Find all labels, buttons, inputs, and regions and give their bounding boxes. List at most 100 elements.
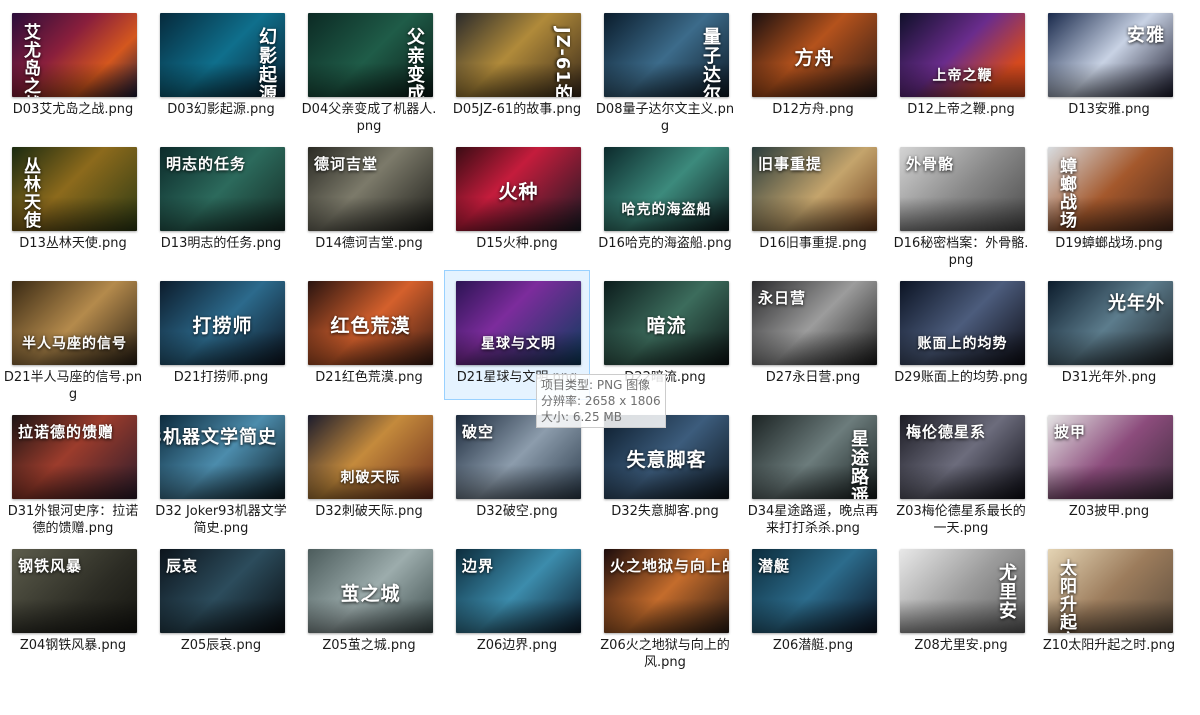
thumbnail-title-text: 方舟 [794, 47, 835, 69]
file-item[interactable]: 父亲变成了机器人 D04父亲变成了机器人.png [296, 2, 442, 134]
thumbnail-title-text: 蟑螂战场 [1056, 157, 1076, 229]
file-item[interactable]: 火之地狱与向上的风 Z06火之地狱与向上的风.png [592, 538, 738, 670]
file-thumbnail: 外骨骼 [900, 147, 1025, 231]
file-name-label: D04父亲变成了机器人.png [301, 102, 437, 134]
file-thumbnail: 火之地狱与向上的风 [604, 549, 729, 633]
file-thumbnail: Joker93机器文学简史 [160, 415, 285, 499]
file-item[interactable]: 半人马座的信号 D21半人马座的信号.png [0, 270, 146, 402]
thumbnail-title-text: 破空 [462, 423, 495, 441]
file-item[interactable]: 太阳升起之时 Z10太阳升起之时.png [1036, 538, 1182, 668]
thumbnail-title-text: 辰哀 [166, 557, 199, 575]
file-item[interactable]: 旧事重提 D16旧事重提.png [740, 136, 886, 266]
thumbnail-title-text: 幻影起源 [256, 27, 277, 97]
file-item[interactable]: 蟑螂战场 D19蟑螂战场.png [1036, 136, 1182, 266]
thumbnail-title-text: 明志的任务 [166, 155, 247, 173]
file-item[interactable]: 打捞师 D21打捞师.png [148, 270, 294, 400]
file-name-label: Z03披甲.png [1068, 504, 1150, 519]
file-item[interactable]: 披甲 Z03披甲.png [1036, 404, 1182, 534]
file-name-label: D19蟑螂战场.png [1055, 236, 1163, 251]
thumbnail-title-text: 火种 [498, 181, 539, 203]
file-name-label: D34星途路遥，晚点再来打打杀杀.png [747, 504, 879, 536]
file-item[interactable]: 边界 Z06边界.png [444, 538, 590, 668]
file-item[interactable]: 量子达尔文主义 D08量子达尔文主义.png [592, 2, 738, 134]
thumbnail-title-text: 火之地狱与向上的风 [610, 557, 729, 575]
file-thumbnail: 边界 [456, 549, 581, 633]
file-thumbnail: JZ-61的故事 [456, 13, 581, 97]
file-item[interactable]: 明志的任务 D13明志的任务.png [148, 136, 294, 266]
file-name-label: D16秘密档案：外骨骼.png [893, 236, 1029, 268]
file-name-label: Z06潜艇.png [772, 638, 854, 653]
file-name-label: D08量子达尔文主义.png [595, 102, 735, 134]
file-name-label: D15火种.png [476, 236, 558, 251]
file-thumbnail: 半人马座的信号 [12, 281, 137, 365]
file-grid: 艾尤岛之战 D03艾尤岛之战.png 幻影起源 D03幻影起源.png 父亲变成了机器人… [0, 0, 1200, 715]
file-name-label: Z05辰哀.png [180, 638, 262, 653]
file-name-label: D13安雅.png [1068, 102, 1150, 117]
file-thumbnail: 父亲变成了机器人 [308, 13, 433, 97]
file-thumbnail: 潜艇 [752, 549, 877, 633]
file-name-label: Z10太阳升起之时.png [1042, 638, 1176, 653]
file-name-label: Z04钢铁风暴.png [19, 638, 127, 653]
file-thumbnail: 方舟 [752, 13, 877, 97]
file-item[interactable]: JZ-61的故事 D05JZ-61的故事.png [444, 2, 590, 132]
file-name-label: D32刺破天际.png [315, 504, 423, 519]
file-thumbnail: 量子达尔文主义 [604, 13, 729, 97]
file-thumbnail: 红色荒漠 [308, 281, 433, 365]
file-item[interactable]: 潜艇 Z06潜艇.png [740, 538, 886, 668]
file-name-label: D13丛林天使.png [19, 236, 127, 251]
thumbnail-title-text: 尤里安 [996, 563, 1017, 620]
thumbnail-title-text: 钢铁风暴 [18, 557, 83, 575]
file-item[interactable]: 星途路遥 D34星途路遥，晚点再来打打杀杀.png [740, 404, 886, 536]
thumbnail-title-text: 上帝之鞭 [932, 68, 993, 84]
file-item[interactable]: 梅伦德星系 Z03梅伦德星系最长的一天.png [888, 404, 1034, 536]
file-item[interactable]: 哈克的海盗船 D16哈克的海盗船.png [592, 136, 738, 266]
file-item[interactable]: 艾尤岛之战 D03艾尤岛之战.png [0, 2, 146, 132]
thumbnail-title-text: 红色荒漠 [330, 315, 411, 337]
thumbnail-title-text: 丛林天使 [20, 157, 40, 229]
file-info-tooltip: 项目类型: PNG 图像 分辨率: 2658 x 1806 大小: 6.25 M… [536, 374, 666, 428]
file-item[interactable]: 刺破天际 D32刺破天际.png [296, 404, 442, 534]
file-item[interactable]: 红色荒漠 D21红色荒漠.png [296, 270, 442, 400]
file-item[interactable]: 丛林天使 D13丛林天使.png [0, 136, 146, 266]
file-thumbnail: 旧事重提 [752, 147, 877, 231]
file-item[interactable]: 辰哀 Z05辰哀.png [148, 538, 294, 668]
file-item[interactable]: 方舟 D12方舟.png [740, 2, 886, 132]
file-item[interactable]: 光年外 D31光年外.png [1036, 270, 1182, 400]
file-item[interactable]: 拉诺德的馈赠 D31外银河史序：拉诺德的馈赠.png [0, 404, 146, 536]
thumbnail-title-text: 哈克的海盗船 [621, 202, 712, 218]
tooltip-type: 项目类型: PNG 图像 [541, 378, 651, 392]
file-name-label: D21打捞师.png [173, 370, 269, 385]
file-thumbnail: 打捞师 [160, 281, 285, 365]
file-name-label: D14德诃吉堂.png [315, 236, 423, 251]
file-name-label: Z06边界.png [476, 638, 558, 653]
thumbnail-title-text: 量子达尔文主义 [700, 27, 721, 97]
file-item[interactable]: 钢铁风暴 Z04钢铁风暴.png [0, 538, 146, 668]
file-item[interactable]: 永日营 D27永日营.png [740, 270, 886, 400]
file-item[interactable]: 德诃吉堂 D14德诃吉堂.png [296, 136, 442, 266]
file-name-label: D31外银河史序：拉诺德的馈赠.png [7, 504, 139, 536]
thumbnail-title-text: 父亲变成了机器人 [401, 27, 427, 97]
file-thumbnail: 刺破天际 [308, 415, 433, 499]
file-thumbnail: 辰哀 [160, 549, 285, 633]
file-item[interactable]: 火种 D15火种.png [444, 136, 590, 266]
file-name-label: D32失意脚客.png [611, 504, 719, 519]
file-item[interactable]: 安雅 D13安雅.png [1036, 2, 1182, 132]
file-item[interactable]: 尤里安 Z08尤里安.png [888, 538, 1034, 668]
file-item[interactable]: Joker93机器文学简史 D32 Joker93机器文学简史.png [148, 404, 294, 536]
file-thumbnail: 上帝之鞭 [900, 13, 1025, 97]
file-thumbnail: 披甲 [1048, 415, 1173, 499]
file-name-label: D12上帝之鞭.png [907, 102, 1015, 117]
thumbnail-title-text: 安雅 [1127, 25, 1165, 46]
thumbnail-title-text: 永日营 [758, 289, 807, 307]
file-name-label: Z08尤里安.png [914, 638, 1008, 653]
file-thumbnail: 幻影起源 [160, 13, 285, 97]
file-thumbnail: 光年外 [1048, 281, 1173, 365]
thumbnail-title-text: 暗流 [646, 315, 687, 337]
file-thumbnail: 蟑螂战场 [1048, 147, 1173, 231]
file-item[interactable]: 幻影起源 D03幻影起源.png [148, 2, 294, 132]
file-item[interactable]: 茧之城 Z05茧之城.png [296, 538, 442, 668]
file-item[interactable]: 账面上的均势 D29账面上的均势.png [888, 270, 1034, 400]
file-item[interactable]: 上帝之鞭 D12上帝之鞭.png [888, 2, 1034, 132]
file-item[interactable]: 外骨骼 D16秘密档案：外骨骼.png [888, 136, 1034, 268]
thumbnail-title-text: 旧事重提 [758, 155, 823, 173]
